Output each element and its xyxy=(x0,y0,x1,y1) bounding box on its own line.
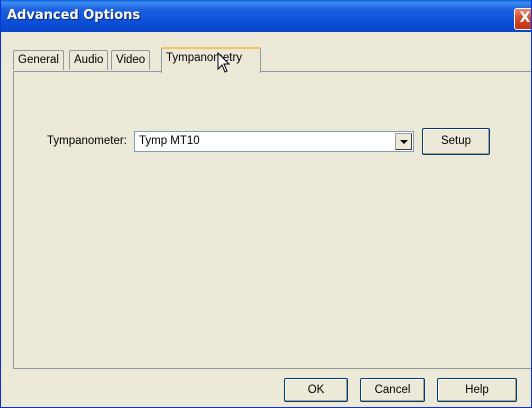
tab-audio[interactable]: Audio xyxy=(69,50,109,70)
tab-video[interactable]: Video xyxy=(111,50,151,70)
tympanometry-panel xyxy=(13,71,531,369)
ok-button[interactable]: OK xyxy=(284,378,348,402)
close-button[interactable]: X xyxy=(514,8,531,30)
chevron-down-icon[interactable] xyxy=(395,133,412,150)
close-icon: X xyxy=(519,10,531,26)
title-bar[interactable]: Advanced Options X xyxy=(1,0,531,32)
mouse-pointer-icon xyxy=(217,52,231,73)
advanced-options-dialog: Advanced Options X General Audio Video T… xyxy=(0,0,532,408)
tympanometer-select[interactable]: Tymp MT10 xyxy=(134,131,414,152)
tympanometer-selected-value: Tymp MT10 xyxy=(139,135,200,147)
window-title: Advanced Options xyxy=(7,8,141,23)
tympanometer-label: Tympanometer: xyxy=(47,135,127,147)
tab-tympanometry[interactable]: Tympanometry xyxy=(161,47,261,73)
setup-button[interactable]: Setup xyxy=(422,128,490,155)
tab-general[interactable]: General xyxy=(13,50,64,70)
cancel-button[interactable]: Cancel xyxy=(360,378,425,402)
help-button[interactable]: Help xyxy=(437,378,517,402)
